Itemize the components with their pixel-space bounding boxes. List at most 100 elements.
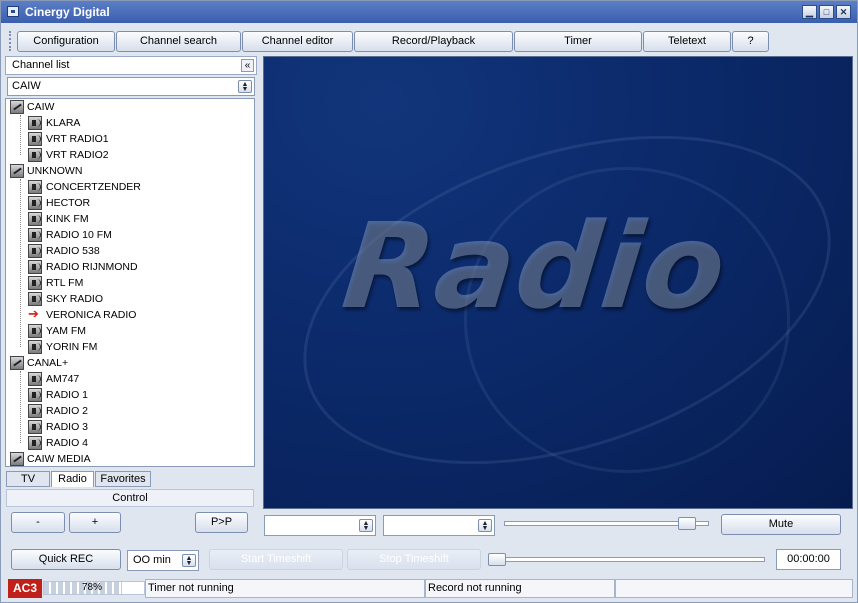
app-icon [7,6,19,17]
channel-item[interactable]: RADIO 10 FM [6,227,254,243]
timer-status: Timer not running [145,579,425,598]
channel-item[interactable]: VRT RADIO1 [6,131,254,147]
speaker-icon [28,404,42,418]
maximize-button[interactable]: □ [819,5,834,19]
tab-tv[interactable]: TV [6,471,50,487]
channel-type-tabs: TV Radio Favorites [6,471,256,487]
channel-item[interactable]: HECTOR [6,195,254,211]
channel-group[interactable]: UNKNOWN [6,163,254,179]
channel-item[interactable]: KLARA [6,115,254,131]
channel-item[interactable]: CONCERTZENDER [6,179,254,195]
channel-label: YAM FM [46,325,87,337]
window-title: Cinergy Digital [25,5,110,19]
channel-item[interactable]: RTL FM [6,275,254,291]
toolbar: Configuration Channel search Channel edi… [5,29,851,53]
audio-format-badge: AC3 [8,579,42,598]
channel-item[interactable]: RADIO 538 [6,243,254,259]
configuration-button[interactable]: Configuration [17,31,115,52]
channel-group[interactable]: CAIW [6,99,254,115]
chevron-updown-icon: ▲ ▼ [478,519,492,532]
channel-item[interactable]: RADIO 2 [6,403,254,419]
channel-group[interactable]: CAIW MEDIA [6,451,254,466]
channel-item[interactable]: AM747 [6,371,254,387]
minimize-button[interactable]: ▁ [802,5,817,19]
channel-item[interactable]: RADIO 3 [6,419,254,435]
chevron-updown-icon: ▲ ▼ [182,554,196,567]
start-timeshift-button[interactable]: Start Timeshift [209,549,343,570]
channel-down-button[interactable]: - [11,512,65,533]
record-status: Record not running [425,579,615,598]
mute-button[interactable]: Mute [721,514,841,535]
audio-track-select[interactable]: ▲ ▼ [264,515,376,536]
channel-item[interactable]: VRT RADIO2 [6,147,254,163]
speaker-icon [28,132,42,146]
channel-group-label: CAIW [27,101,55,113]
channel-label: RADIO 538 [46,245,100,257]
channel-item[interactable]: RADIO 4 [6,435,254,451]
channel-label: KINK FM [46,213,89,225]
channel-label: RADIO 1 [46,389,89,401]
speaker-icon [28,244,42,258]
speaker-icon [28,116,42,130]
tab-radio[interactable]: Radio [51,471,94,487]
status-bar: AC3 78% Timer not running Record not run… [5,579,855,598]
channel-search-button[interactable]: Channel search [116,31,241,52]
channel-item[interactable]: RADIO 1 [6,387,254,403]
speaker-icon [28,340,42,354]
speaker-icon [28,196,42,210]
speaker-icon [28,292,42,306]
toolbar-grip[interactable] [9,31,15,51]
teletext-button[interactable]: Teletext [643,31,731,52]
channel-label: RADIO 2 [46,405,89,417]
channel-group[interactable]: CANAL+ [6,355,254,371]
channel-item[interactable]: VERONICA RADIO [6,306,254,323]
subtitle-select[interactable]: ▲ ▼ [383,515,495,536]
speaker-icon [28,436,42,450]
timeshift-slider[interactable] [488,557,765,562]
record-playback-button[interactable]: Record/Playback [354,31,513,52]
speaker-icon [28,180,42,194]
channel-list-header: Channel list « [5,56,257,75]
tab-favorites[interactable]: Favorites [95,471,151,487]
signal-meter: 78% [43,581,145,595]
satellite-icon [10,356,24,370]
collapse-panel-button[interactable]: « [241,59,254,72]
channel-item[interactable]: YAM FM [6,323,254,339]
channel-item[interactable]: YORIN FM [6,339,254,355]
title-bar[interactable]: Cinergy Digital ▁ □ ✕ [1,1,857,23]
channel-up-button[interactable]: + [69,512,121,533]
channel-group-label: UNKNOWN [27,165,83,177]
speaker-icon [28,212,42,226]
rec-duration-value: OO min [133,554,171,566]
video-display[interactable]: Radio [263,56,853,509]
volume-slider-thumb[interactable] [677,517,696,530]
satellite-icon [10,164,24,178]
channel-item[interactable]: KINK FM [6,211,254,227]
channel-item[interactable]: RADIO RIJNMOND [6,259,254,275]
playing-arrow-icon [28,306,42,322]
timer-button[interactable]: Timer [514,31,642,52]
speaker-icon [28,228,42,242]
tree-connector-line [20,371,22,443]
rec-duration-select[interactable]: OO min ▲ ▼ [127,550,199,571]
speaker-icon [28,388,42,402]
channel-label: VRT RADIO2 [46,149,109,161]
help-button[interactable]: ? [732,31,769,52]
stop-timeshift-button[interactable]: Stop Timeshift [347,549,481,570]
control-header: Control [6,489,254,507]
timeshift-slider-thumb[interactable] [488,553,506,566]
radio-logo-text: Radio [336,197,733,335]
channel-label: RADIO 4 [46,437,89,449]
time-display: 00:00:00 [776,549,841,570]
channel-editor-button[interactable]: Channel editor [242,31,353,52]
channel-label: VRT RADIO1 [46,133,109,145]
group-select[interactable]: CAIW ▲ ▼ [7,77,255,96]
channel-label: RADIO RIJNMOND [46,261,138,273]
channel-item[interactable]: SKY RADIO [6,291,254,307]
quick-rec-button[interactable]: Quick REC [11,549,121,570]
channel-group-label: CANAL+ [27,357,69,369]
channel-tree[interactable]: CAIW KLARA VRT RADIO1 VRT RADIO2 UNKNOWN CONC… [5,98,255,467]
close-button[interactable]: ✕ [836,5,851,19]
pip-button[interactable]: P>P [195,512,248,533]
satellite-icon [10,100,24,114]
